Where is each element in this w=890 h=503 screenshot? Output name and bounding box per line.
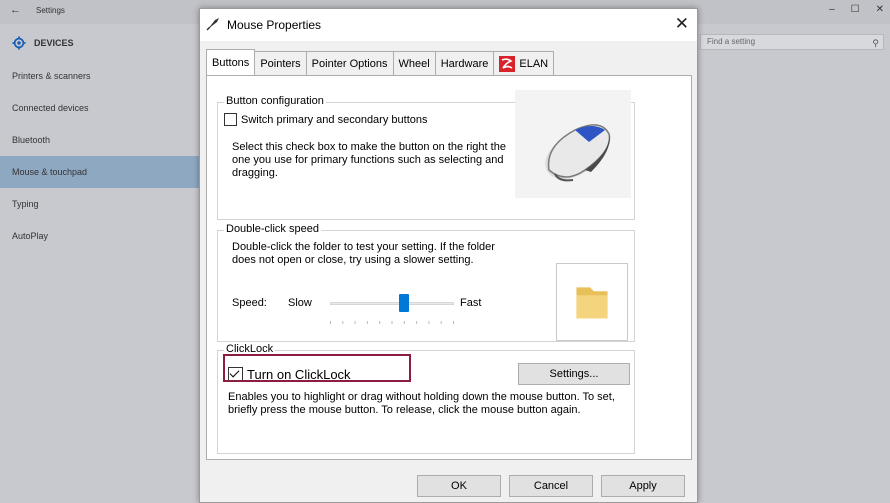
test-folder-box[interactable] xyxy=(556,263,628,341)
slider-tick xyxy=(379,321,381,324)
clicklock-settings-button[interactable]: Settings... xyxy=(518,363,630,385)
clicklock-description: Enables you to highlight or drag without… xyxy=(228,391,615,416)
switch-buttons-checkbox[interactable] xyxy=(224,113,237,126)
mouse-illustration xyxy=(515,90,631,198)
slider-tick xyxy=(428,321,430,324)
slow-label: Slow xyxy=(288,297,312,309)
sidebar-items: Printers & scanners Connected devices Bl… xyxy=(0,60,200,252)
tab-pointer-options[interactable]: Pointer Options xyxy=(305,51,394,75)
tab-buttons[interactable]: Buttons xyxy=(206,49,256,75)
sidebar-item-mouse-touchpad[interactable]: Mouse & touchpad xyxy=(0,156,200,188)
double-click-description: Double-click the folder to test your set… xyxy=(232,241,495,266)
slider-tick xyxy=(416,321,418,324)
back-arrow-icon[interactable]: ← xyxy=(10,4,21,16)
slider-tick xyxy=(440,321,442,324)
maximize-icon[interactable]: ☐ xyxy=(851,4,860,15)
tab-wheel[interactable]: Wheel xyxy=(392,51,436,75)
dialog-title: Mouse Properties xyxy=(227,18,322,32)
close-icon[interactable]: ✕ xyxy=(675,14,689,34)
slider-tick xyxy=(342,321,344,324)
slider-tick xyxy=(366,321,368,324)
close-window-icon[interactable]: ✕ xyxy=(876,4,884,15)
fast-label: Fast xyxy=(460,297,482,309)
mouse-pointer-icon xyxy=(206,18,219,31)
sidebar-item-connected-devices[interactable]: Connected devices xyxy=(0,92,200,124)
double-click-speed-legend: Double-click speed xyxy=(224,223,321,235)
tab-label: Hardware xyxy=(440,57,489,70)
search-icon[interactable]: ⚲ xyxy=(872,36,879,50)
slider-tick xyxy=(330,321,331,324)
clicklock-highlight-box xyxy=(223,354,411,382)
elan-logo-icon xyxy=(499,55,516,72)
sidebar-header: DEVICES xyxy=(12,36,74,50)
tab-label: Pointer Options xyxy=(311,57,388,70)
mouse-properties-dialog: Mouse Properties ✕ Buttons Pointers Poin… xyxy=(199,8,698,503)
sidebar-item-autoplay[interactable]: AutoPlay xyxy=(0,220,200,252)
folder-icon[interactable] xyxy=(557,264,627,340)
tab-label: Wheel xyxy=(398,57,430,70)
window-controls: – ☐ ✕ xyxy=(829,4,884,15)
tab-elan[interactable]: ELAN xyxy=(493,51,555,75)
search-placeholder: Find a setting xyxy=(707,37,756,46)
tab-bar: Buttons Pointers Pointer Options Wheel H… xyxy=(206,49,555,75)
cancel-button[interactable]: Cancel xyxy=(509,475,593,497)
double-click-speed-group: Double-click speed Double-click the fold… xyxy=(217,223,635,342)
tab-label: Pointers xyxy=(260,57,301,70)
slider-ticks xyxy=(330,321,454,324)
sidebar-item-bluetooth[interactable]: Bluetooth xyxy=(0,124,200,156)
double-click-speed-slider-thumb[interactable] xyxy=(399,294,410,312)
switch-buttons-checkbox-row[interactable]: Switch primary and secondary buttons xyxy=(224,113,427,126)
tab-label: Buttons xyxy=(212,56,250,69)
slider-tick xyxy=(453,321,454,324)
slider-tick xyxy=(354,321,356,324)
settings-content-area xyxy=(698,24,890,503)
tab-hardware[interactable]: Hardware xyxy=(434,51,495,75)
ok-button[interactable]: OK xyxy=(417,475,501,497)
sidebar-category-title: DEVICES xyxy=(34,38,74,48)
tab-pointers[interactable]: Pointers xyxy=(254,51,307,75)
dialog-titlebar: Mouse Properties ✕ xyxy=(200,9,697,41)
button-configuration-description: Select this check box to make the button… xyxy=(232,141,506,179)
minimize-icon[interactable]: – xyxy=(829,4,835,15)
apply-button[interactable]: Apply xyxy=(601,475,685,497)
search-input[interactable]: Find a setting ⚲ xyxy=(700,34,884,50)
settings-sidebar: DEVICES Printers & scanners Connected de… xyxy=(0,24,200,503)
tab-label: ELAN xyxy=(519,57,549,70)
settings-title: Settings xyxy=(36,6,65,15)
switch-buttons-label: Switch primary and secondary buttons xyxy=(241,113,428,126)
slider-tick xyxy=(403,321,405,324)
speed-label: Speed: xyxy=(232,297,267,309)
button-configuration-legend: Button configuration xyxy=(224,95,326,107)
gear-icon xyxy=(12,36,26,50)
buttons-tab-panel: Button configuration Switch primary and … xyxy=(206,75,692,460)
slider-tick xyxy=(391,321,393,324)
double-click-speed-slider-track[interactable] xyxy=(330,302,454,305)
sidebar-item-typing[interactable]: Typing xyxy=(0,188,200,220)
sidebar-item-printers-scanners[interactable]: Printers & scanners xyxy=(0,60,200,92)
